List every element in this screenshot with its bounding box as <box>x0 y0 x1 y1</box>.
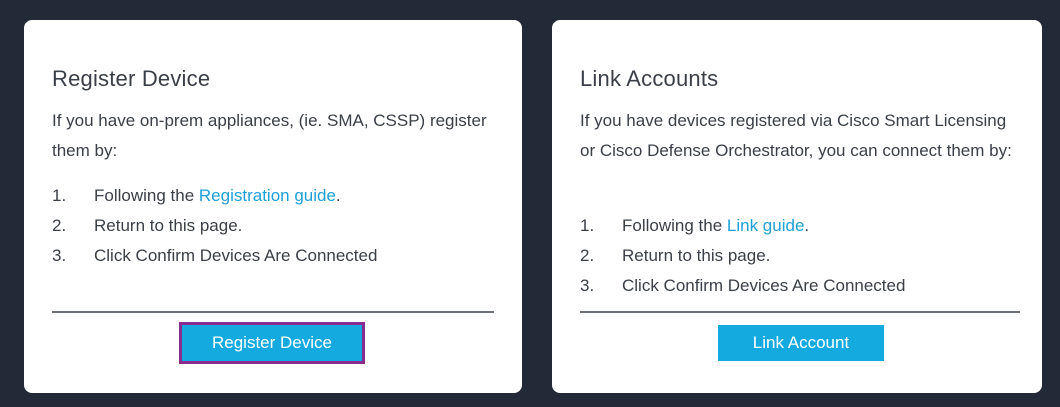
register-device-description: If you have on-prem appliances, (ie. SMA… <box>52 111 487 160</box>
link-accounts-card: Link Accounts If you have devices regist… <box>552 20 1042 393</box>
step-number: 2. <box>580 246 595 265</box>
step-text: Following the Link guide. <box>622 211 809 241</box>
link-accounts-description: If you have devices registered via Cisco… <box>580 111 1012 160</box>
link-account-button[interactable]: Link Account <box>718 325 884 361</box>
step-suffix: . <box>335 186 341 205</box>
list-item: 1. Following the Link guide. <box>580 211 905 241</box>
page: Register Device If you have on-prem appl… <box>0 0 1060 407</box>
list-item: 3. Click Confirm Devices Are Connected <box>52 241 377 271</box>
list-item: 2. Return to this page. <box>580 241 905 271</box>
link-accounts-title: Link Accounts <box>580 66 719 91</box>
step-text: Return to this page. <box>94 216 243 235</box>
step-prefix: Following the <box>622 216 727 235</box>
register-device-steps: 1. Following the Registration guide. 2. … <box>52 181 377 271</box>
step-text: Return to this page. <box>622 246 771 265</box>
step-prefix: Following the <box>94 186 199 205</box>
list-item: 1. Following the Registration guide. <box>52 181 377 211</box>
register-device-card: Register Device If you have on-prem appl… <box>24 20 522 393</box>
step-number: 2. <box>52 216 67 235</box>
step-suffix: . <box>804 216 810 235</box>
register-device-button[interactable]: Register Device <box>179 322 365 364</box>
list-item: 2. Return to this page. <box>52 211 377 241</box>
step-number: 3. <box>580 276 595 295</box>
step-number: 3. <box>52 246 67 265</box>
registration-guide-link[interactable]: Registration guide <box>199 186 336 205</box>
step-text: Following the Registration guide. <box>94 181 341 211</box>
divider <box>52 311 494 313</box>
divider <box>580 311 1020 313</box>
step-text: Click Confirm Devices Are Connected <box>94 246 378 265</box>
step-number: 1. <box>52 186 67 205</box>
step-text: Click Confirm Devices Are Connected <box>622 276 906 295</box>
list-item: 3. Click Confirm Devices Are Connected <box>580 271 905 301</box>
link-guide-link[interactable]: Link guide <box>727 216 805 235</box>
link-accounts-steps: 1. Following the Link guide. 2. Return t… <box>580 211 905 301</box>
step-number: 1. <box>580 216 595 235</box>
register-device-title: Register Device <box>52 66 211 91</box>
